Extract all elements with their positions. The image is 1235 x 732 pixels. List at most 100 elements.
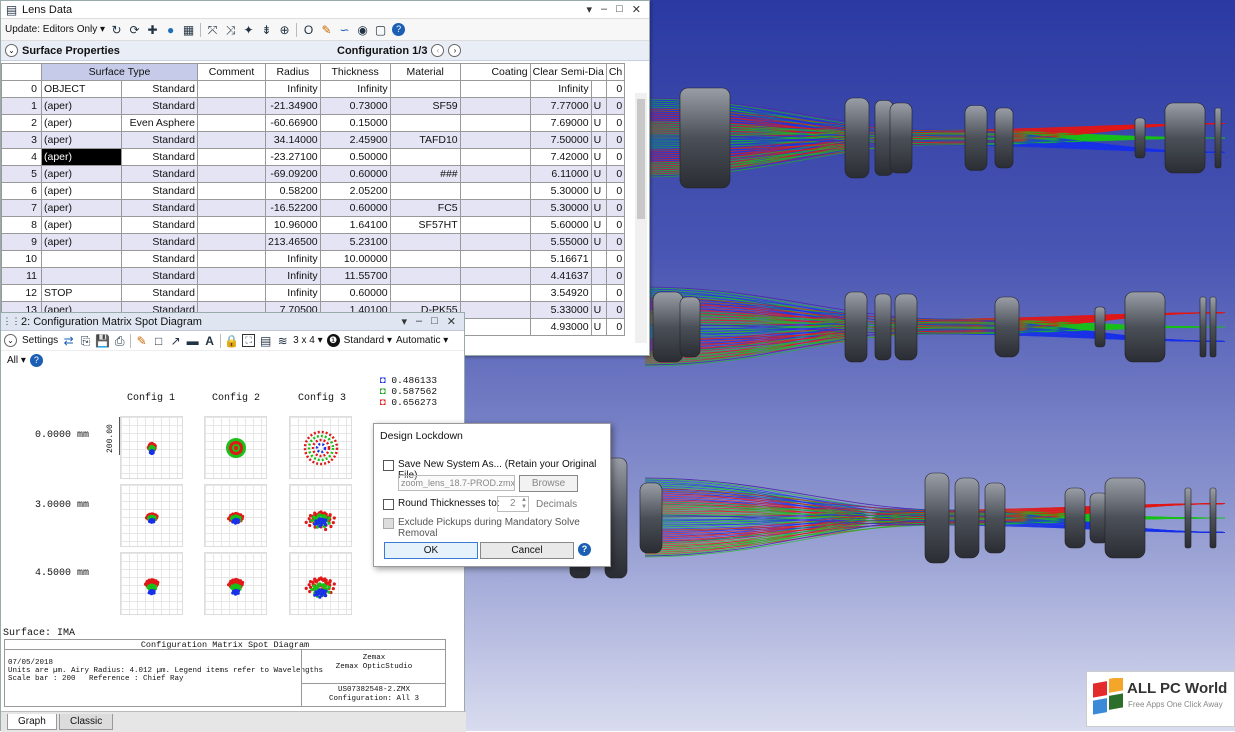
ok-button[interactable]: OK — [384, 542, 478, 559]
save-filename-input[interactable] — [398, 475, 515, 491]
surface-name-cell[interactable]: (aper) — [41, 182, 122, 200]
decimals-spinner[interactable]: 2 ▲ ▼ — [497, 496, 529, 512]
settings-button[interactable]: Settings — [22, 335, 58, 346]
chip-cell[interactable]: 0 — [605, 80, 626, 98]
chip-cell[interactable]: 0 — [605, 250, 626, 268]
automatic-dropdown[interactable]: Automatic ▾ — [396, 335, 448, 346]
tab-classic[interactable]: Classic — [59, 714, 114, 730]
radius-cell[interactable]: Infinity — [265, 284, 321, 302]
material-cell[interactable]: SF59 — [389, 97, 461, 115]
browse-button[interactable]: Browse — [519, 475, 578, 492]
coating-cell[interactable] — [459, 80, 531, 98]
chip-cell[interactable]: 0 — [605, 114, 626, 132]
layers-icon[interactable]: ≋ — [276, 334, 289, 347]
clear-solve-cell[interactable]: U — [590, 318, 607, 336]
column-header-radius[interactable]: Radius — [265, 63, 321, 81]
surface-type-cell[interactable]: Standard — [121, 216, 198, 234]
material-cell[interactable] — [389, 80, 461, 98]
scale-icon[interactable]: ⤧ — [206, 23, 219, 36]
text-icon[interactable]: A — [203, 334, 216, 347]
thickness-cell[interactable]: 1.64100 — [319, 216, 391, 234]
radius-cell[interactable]: -60.66900 — [265, 114, 321, 132]
column-header-thickness[interactable]: Thickness — [319, 63, 391, 81]
chip-cell[interactable]: 0 — [605, 131, 626, 149]
surface-name-cell[interactable]: (aper) — [41, 97, 122, 115]
material-cell[interactable]: TAFD10 — [389, 131, 461, 149]
comment-cell[interactable] — [197, 165, 266, 183]
column-header-coating[interactable]: Coating — [459, 63, 531, 81]
coating-cell[interactable] — [459, 301, 531, 319]
clear-semi-dia-cell[interactable]: 7.42000 — [529, 148, 592, 166]
row-number[interactable]: 11 — [1, 267, 42, 285]
standard-dropdown[interactable]: Standard ▾ — [344, 335, 392, 346]
material-cell[interactable] — [389, 267, 461, 285]
arrow-icon[interactable]: ↗ — [169, 334, 182, 347]
add-fold-icon[interactable]: ⇟ — [260, 23, 273, 36]
chip-cell[interactable]: 0 — [605, 267, 626, 285]
thickness-cell[interactable]: 2.05200 — [319, 182, 391, 200]
minimize-icon[interactable]: – — [416, 315, 422, 328]
update-mode-dropdown[interactable]: Update: Editors Only ▾ — [5, 24, 105, 35]
chip-cell[interactable]: 0 — [605, 301, 626, 319]
table-row[interactable]: 7 (aper) Standard -16.52200 0.60000 FC5 5.3000… — [1, 199, 626, 217]
visibility-icon[interactable]: ◉ — [356, 23, 369, 36]
surface-type-cell[interactable]: Standard — [121, 165, 198, 183]
dropdown-arrow-icon[interactable]: ▾ — [586, 3, 592, 16]
next-config-icon[interactable]: › — [448, 44, 462, 57]
clear-solve-cell[interactable]: U — [590, 199, 607, 217]
surface-name-cell[interactable]: (aper) — [41, 131, 122, 149]
clear-solve-cell[interactable] — [590, 80, 607, 98]
grid-size-dropdown[interactable]: 3 x 4 ▾ — [293, 335, 322, 346]
clear-semi-dia-cell[interactable]: 3.54920 — [529, 284, 592, 302]
row-number[interactable]: 4 — [1, 148, 42, 166]
all-dropdown[interactable]: All ▾ — [7, 355, 26, 366]
minimize-icon[interactable]: – — [601, 3, 607, 16]
chevron-down-icon[interactable]: ⌄ — [5, 44, 18, 57]
surface-type-cell[interactable]: Standard — [121, 233, 198, 251]
pencil-icon[interactable]: ✎ — [135, 334, 148, 347]
thickness-cell[interactable]: 0.73000 — [319, 97, 391, 115]
thickness-cell[interactable]: 0.60000 — [319, 284, 391, 302]
thickness-cell[interactable]: 0.60000 — [319, 165, 391, 183]
round-thicknesses-checkbox[interactable] — [383, 499, 394, 510]
save-icon[interactable]: 💾 — [95, 334, 110, 347]
layout-icon[interactable]: ▤ — [259, 334, 272, 347]
make-focal-icon[interactable]: ✦ — [242, 23, 255, 36]
surface-type-cell[interactable]: Standard — [121, 182, 198, 200]
line-icon[interactable]: ▬ — [186, 334, 199, 347]
coating-cell[interactable] — [459, 318, 531, 336]
column-header-comment[interactable]: Comment — [197, 63, 266, 81]
coating-cell[interactable] — [459, 250, 531, 268]
material-cell[interactable] — [389, 284, 461, 302]
table-row[interactable]: 3 (aper) Standard 34.14000 2.45900 TAFD10 7.50… — [1, 131, 626, 149]
comment-cell[interactable] — [197, 233, 266, 251]
comment-cell[interactable] — [197, 267, 266, 285]
refresh-icon[interactable]: ⇄ — [62, 334, 75, 347]
thickness-cell[interactable]: 0.60000 — [319, 199, 391, 217]
clear-solve-cell[interactable]: U — [590, 216, 607, 234]
column-header-clear-semi-dia[interactable]: Clear Semi-Dia — [529, 63, 607, 81]
radius-cell[interactable]: 10.96000 — [265, 216, 321, 234]
circle-dropdown-icon[interactable]: O — [302, 23, 315, 36]
clear-solve-cell[interactable] — [590, 267, 607, 285]
help-icon[interactable]: ? — [392, 23, 406, 36]
table-row[interactable]: 1 (aper) Standard -21.34900 0.73000 SF59 7.770… — [1, 97, 626, 115]
surface-name-cell[interactable]: (aper) — [41, 114, 122, 132]
row-number[interactable]: 3 — [1, 131, 42, 149]
row-number[interactable]: 7 — [1, 199, 42, 217]
surface-type-cell[interactable]: Standard — [121, 284, 198, 302]
dropdown-arrow-icon[interactable]: ▾ — [401, 315, 407, 328]
surface-type-cell[interactable]: Standard — [121, 148, 198, 166]
row-number[interactable]: 12 — [1, 284, 42, 302]
radius-cell[interactable]: Infinity — [265, 250, 321, 268]
surface-properties-header[interactable]: ⌄ Surface Properties Configuration 1/3 ‹… — [1, 41, 649, 61]
surface-name-cell[interactable]: STOP — [41, 284, 122, 302]
cancel-button[interactable]: Cancel — [480, 542, 574, 559]
surface-type-cell[interactable]: Standard — [121, 131, 198, 149]
thickness-cell[interactable]: 10.00000 — [319, 250, 391, 268]
surface-name-cell[interactable]: (aper) — [41, 199, 122, 217]
surface-name-cell[interactable]: (aper) — [41, 233, 122, 251]
clear-solve-cell[interactable]: U — [590, 131, 607, 149]
coating-cell[interactable] — [459, 216, 531, 234]
surface-type-cell[interactable]: Standard — [121, 267, 198, 285]
